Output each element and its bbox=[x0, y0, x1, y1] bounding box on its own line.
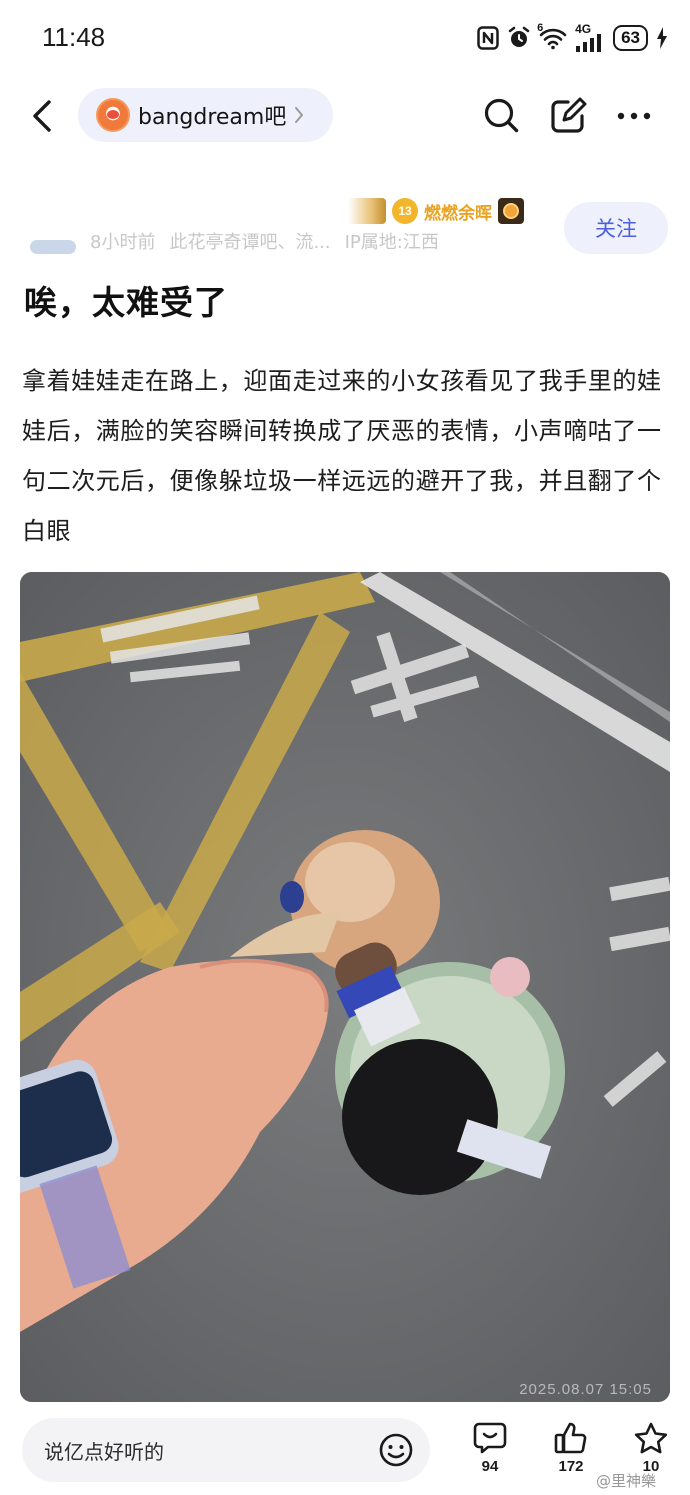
wifi-icon: 6 bbox=[537, 22, 567, 50]
star-icon bbox=[634, 1422, 668, 1454]
level-badge: 13 bbox=[392, 198, 418, 224]
like-count: 172 bbox=[558, 1458, 584, 1475]
author-meta: 8小时前 此花亭奇谭吧、流... IP属地:江西 bbox=[30, 228, 439, 254]
favorite-button[interactable]: 10 bbox=[616, 1422, 686, 1475]
search-button[interactable] bbox=[482, 96, 522, 136]
medal-icon bbox=[498, 198, 524, 224]
photo-timestamp: 2025.08.07 15:05 bbox=[519, 1381, 652, 1398]
comment-input[interactable]: 说亿点好听的 bbox=[22, 1418, 430, 1482]
member-badge bbox=[348, 198, 386, 224]
battery-icon: 63 bbox=[613, 25, 648, 51]
author-avatar bbox=[30, 240, 76, 254]
alarm-icon bbox=[507, 26, 531, 50]
forum-avatar bbox=[96, 98, 130, 132]
status-time: 11:48 bbox=[42, 22, 106, 52]
nav-bar: bangdream吧 bbox=[0, 78, 690, 158]
author-title: 燃燃余晖 bbox=[424, 203, 492, 224]
emoji-button[interactable] bbox=[378, 1432, 414, 1473]
back-icon bbox=[33, 100, 51, 132]
author-badges: 13 燃燃余晖 bbox=[348, 196, 524, 226]
watermark: @里神樂 bbox=[596, 1472, 657, 1490]
back-button[interactable] bbox=[22, 94, 62, 138]
edit-button[interactable] bbox=[548, 96, 588, 136]
network-label: 4G bbox=[575, 22, 592, 36]
edit-icon bbox=[551, 97, 587, 133]
comment-count: 94 bbox=[481, 1458, 499, 1475]
cellular-signal-icon: 4G bbox=[575, 22, 605, 52]
forum-name: bangdream吧 bbox=[138, 105, 287, 130]
nfc-icon bbox=[477, 26, 499, 50]
photo-illustration bbox=[20, 572, 670, 1402]
comment-button[interactable]: 94 bbox=[455, 1422, 525, 1475]
more-button[interactable] bbox=[614, 96, 654, 136]
comment-icon bbox=[473, 1422, 507, 1454]
post-photo[interactable]: 2025.08.07 15:05 bbox=[20, 572, 670, 1402]
thumbs-up-icon bbox=[554, 1422, 587, 1454]
signal-badge: 6 bbox=[537, 22, 544, 34]
follow-button[interactable]: 关注 bbox=[564, 202, 668, 254]
status-bar: 11:48 6 4G 63 bbox=[0, 0, 690, 78]
like-button[interactable]: 172 bbox=[536, 1422, 606, 1475]
ip-location: IP属地:江西 bbox=[344, 232, 439, 253]
post-time: 8小时前 bbox=[90, 232, 156, 253]
comment-placeholder: 说亿点好听的 bbox=[44, 1439, 164, 1464]
post-title: 唉，太难受了 bbox=[24, 283, 228, 322]
forum-pill[interactable]: bangdream吧 bbox=[78, 88, 333, 142]
more-icon bbox=[617, 112, 651, 120]
bottom-bar: 说亿点好听的 94 172 10 @里神樂 bbox=[0, 1404, 690, 1495]
emoji-icon bbox=[379, 1433, 413, 1467]
charging-icon bbox=[656, 26, 668, 50]
post-body: 拿着娃娃走在路上，迎面走过来的小女孩看见了我手里的娃娃后，满脸的笑容瞬间转换成了… bbox=[22, 367, 662, 545]
author-row: 13 燃燃余晖 8小时前 此花亭奇谭吧、流... IP属地:江西 关注 bbox=[0, 188, 690, 268]
chevron-right-icon bbox=[295, 107, 304, 123]
author-forums: 此花亭奇谭吧、流... bbox=[169, 232, 331, 253]
status-icons: 6 4G 63 bbox=[477, 22, 668, 54]
search-icon bbox=[484, 98, 519, 133]
